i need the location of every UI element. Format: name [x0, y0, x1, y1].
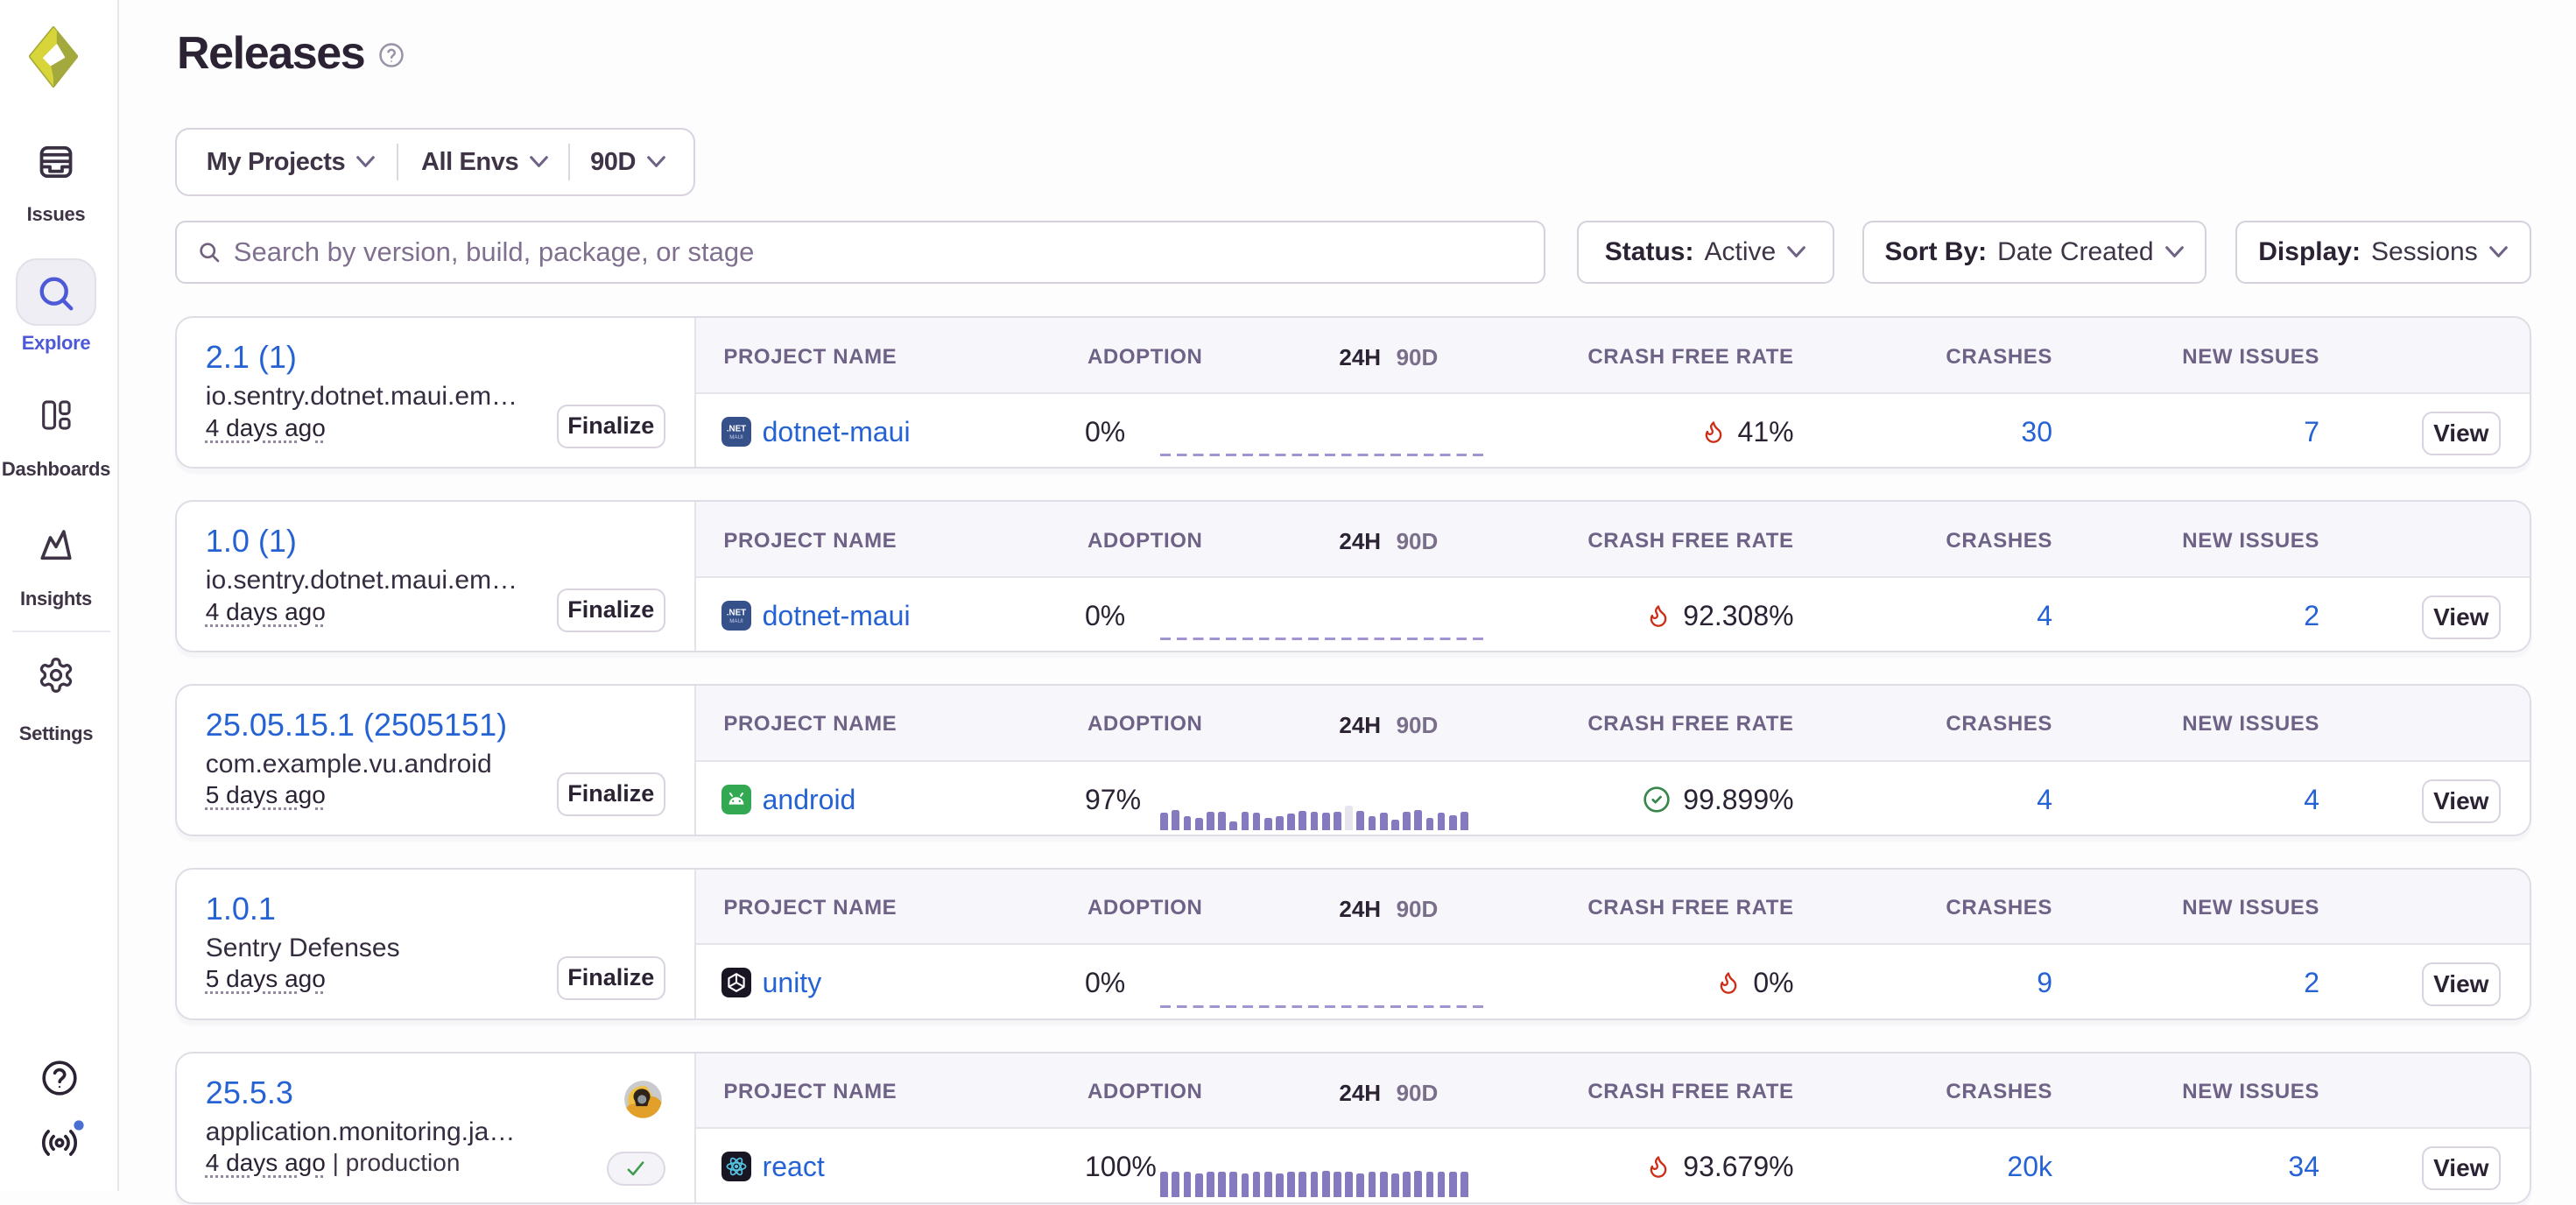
- svg-text:MAUI: MAUI: [730, 618, 744, 624]
- svg-text:.NET: .NET: [727, 424, 746, 433]
- svg-text:.NET: .NET: [727, 608, 746, 617]
- svg-text:MAUI: MAUI: [730, 434, 744, 440]
